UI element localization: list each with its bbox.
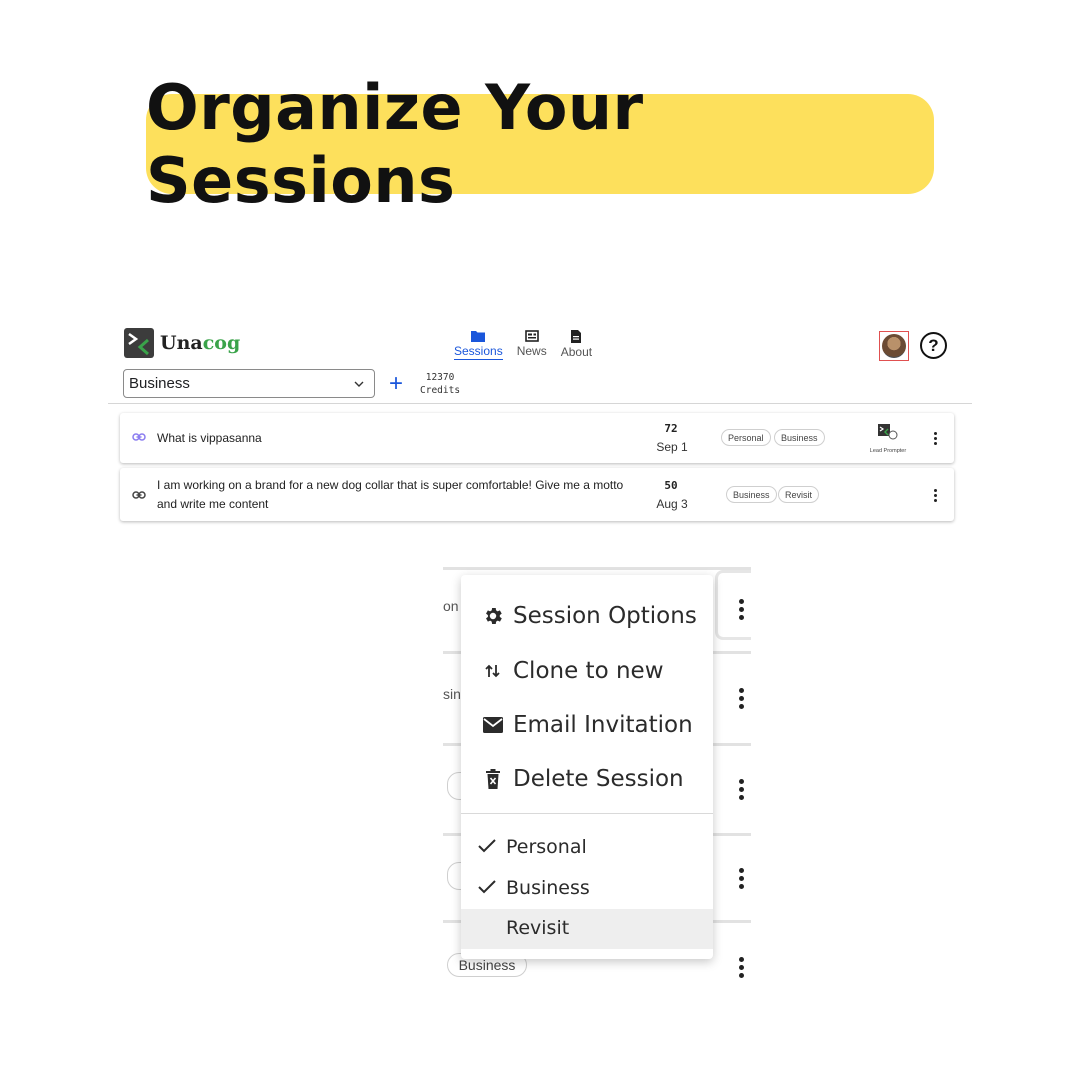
gear-icon xyxy=(481,604,505,628)
session-date: Aug 3 xyxy=(656,497,688,511)
clone-to-new-label: Clone to new xyxy=(513,658,664,684)
tag-chip[interactable]: Personal xyxy=(721,429,771,446)
partial-text: on xyxy=(443,598,459,614)
news-icon xyxy=(524,330,539,342)
swap-arrows-icon xyxy=(481,659,505,683)
delete-session-label: Delete Session xyxy=(513,766,684,792)
link-icon xyxy=(132,491,146,499)
session-title[interactable]: I am working on a brand for a new dog co… xyxy=(157,476,635,514)
session-options-item[interactable]: Session Options xyxy=(461,599,713,633)
session-options-label: Session Options xyxy=(513,603,697,629)
session-context-menu: Session Options Clone to new Email Invit… xyxy=(461,575,713,959)
more-options-icon[interactable] xyxy=(933,432,937,445)
app-window: Unacog Sessions News About ? Business + … xyxy=(108,320,972,540)
tab-sessions-label: Sessions xyxy=(454,344,503,360)
tag-toggle-label: Personal xyxy=(506,836,587,858)
more-options-icon[interactable] xyxy=(739,599,744,620)
session-count: 50 xyxy=(664,479,678,492)
headline-title: Organize Your Sessions xyxy=(146,71,644,217)
more-options-icon[interactable] xyxy=(739,957,744,978)
brand-logo[interactable]: Unacog xyxy=(124,328,240,358)
session-card[interactable]: I am working on a brand for a new dog co… xyxy=(120,468,954,521)
folder-icon xyxy=(471,331,486,342)
delete-session-item[interactable]: Delete Session xyxy=(461,762,713,796)
user-avatar[interactable] xyxy=(879,331,909,361)
tag-chip[interactable]: Business xyxy=(726,486,777,503)
credits-display: 12370 Credits xyxy=(420,371,460,397)
lead-prompter-badge: Lead Prompter xyxy=(863,423,913,454)
tab-news-label: News xyxy=(516,344,547,358)
tag-chip[interactable]: Revisit xyxy=(778,486,820,503)
brand-name: Unacog xyxy=(160,332,241,354)
header-divider xyxy=(108,403,972,404)
headline-banner: Organize Your Sessions xyxy=(146,71,934,217)
session-date: Sep 1 xyxy=(656,440,688,454)
terminal-owner-icon xyxy=(878,424,898,440)
tag-chip[interactable]: Business xyxy=(774,429,825,446)
session-filter-select[interactable]: Business xyxy=(123,369,375,398)
envelope-icon xyxy=(481,713,505,737)
tab-about-label: About xyxy=(560,345,593,359)
checkmark-icon xyxy=(478,880,496,894)
link-icon xyxy=(132,433,146,441)
tag-toggle-revisit[interactable]: Revisit xyxy=(461,909,713,949)
help-icon[interactable]: ? xyxy=(920,332,947,359)
session-filter-value: Business xyxy=(129,375,190,392)
email-invitation-label: Email Invitation xyxy=(513,712,693,738)
partial-text: sin xyxy=(443,686,461,702)
tab-news[interactable]: News xyxy=(517,330,547,360)
session-title[interactable]: What is vippasanna xyxy=(157,429,262,448)
tab-about[interactable]: About xyxy=(561,330,592,360)
trash-icon xyxy=(481,767,505,791)
checkmark-icon xyxy=(478,839,496,853)
terminal-logo-icon xyxy=(124,328,154,358)
tag-toggle-label: Revisit xyxy=(506,917,570,939)
tag-toggle-business[interactable]: Business xyxy=(461,869,713,909)
main-nav: Sessions News About xyxy=(454,330,592,360)
credits-value: 12370 xyxy=(425,372,455,383)
tag-toggle-personal[interactable]: Personal xyxy=(461,828,713,868)
credits-label: Credits xyxy=(420,385,461,396)
more-options-icon[interactable] xyxy=(739,779,744,800)
more-options-icon[interactable] xyxy=(739,688,744,709)
tab-sessions[interactable]: Sessions xyxy=(454,330,503,360)
more-options-icon[interactable] xyxy=(933,489,937,502)
clone-to-new-item[interactable]: Clone to new xyxy=(461,654,713,688)
chevron-down-icon xyxy=(354,381,364,387)
row-divider xyxy=(443,567,751,570)
row-edge xyxy=(715,570,751,640)
tag-toggle-label: Business xyxy=(506,877,590,899)
document-icon xyxy=(571,330,582,343)
email-invitation-item[interactable]: Email Invitation xyxy=(461,708,713,742)
add-session-button[interactable]: + xyxy=(389,370,403,398)
more-options-icon[interactable] xyxy=(739,868,744,889)
menu-divider xyxy=(461,813,713,814)
session-count: 72 xyxy=(664,422,678,435)
session-card[interactable]: What is vippasanna 72 Sep 1 Personal Bus… xyxy=(120,413,954,463)
lead-prompter-label: Lead Prompter xyxy=(869,448,907,454)
